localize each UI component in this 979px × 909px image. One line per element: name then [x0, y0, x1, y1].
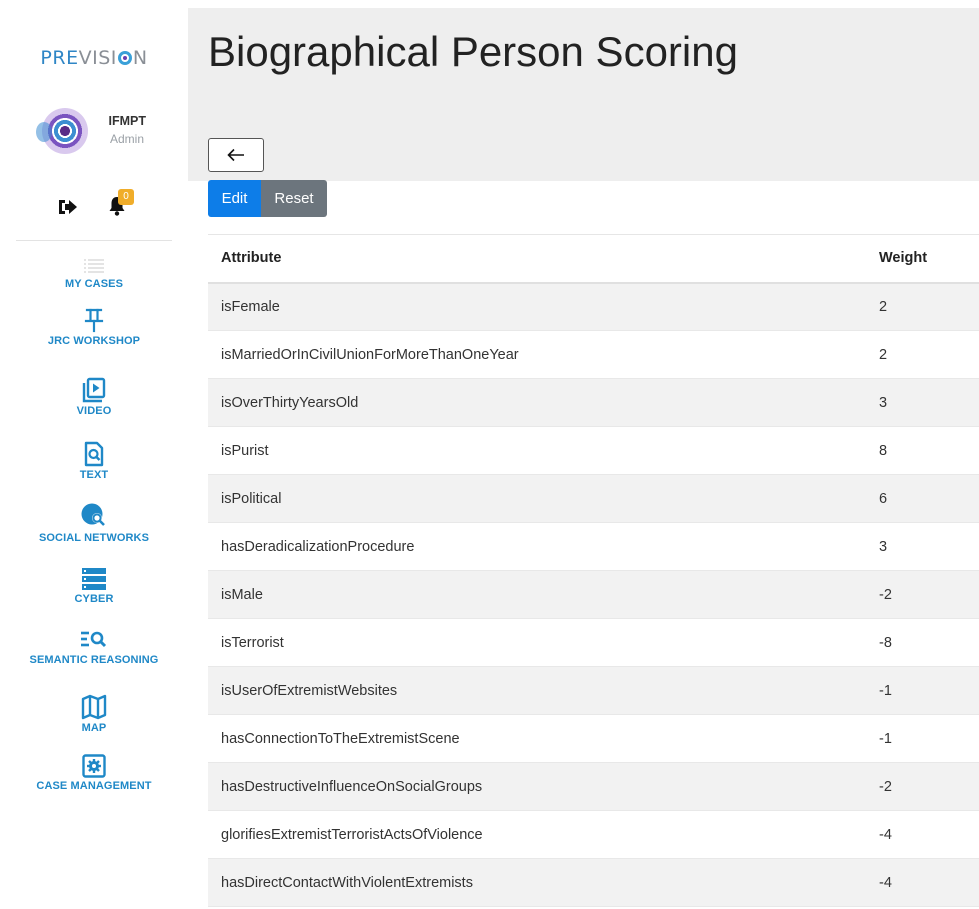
arrow-left-icon — [227, 148, 244, 162]
table-row[interactable]: glorifiesExtremistTerroristActsOfViolenc… — [208, 810, 979, 859]
reset-button[interactable]: Reset — [261, 180, 327, 217]
social-search-icon — [81, 503, 105, 526]
logo-text-part3: N — [132, 47, 148, 69]
sidebar-divider — [16, 240, 172, 241]
logo-eye-icon — [117, 51, 132, 65]
nav-item-video[interactable]: VIDEO — [0, 377, 188, 417]
table-row[interactable]: hasConnectionToTheExtremistScene -1 — [208, 714, 979, 763]
weight-cell: -4 — [866, 858, 979, 907]
nav-item-cyber[interactable]: CYBER — [0, 567, 188, 605]
page-title: Biographical Person Scoring — [208, 28, 738, 75]
attribute-cell: isPurist — [208, 426, 866, 475]
weight-cell: -1 — [866, 666, 979, 715]
nav-label: VIDEO — [76, 405, 112, 417]
weight-cell: 2 — [866, 330, 979, 379]
table-row[interactable]: hasDeradicalizationProcedure 3 — [208, 522, 979, 571]
table-row[interactable]: isPurist 8 — [208, 426, 979, 475]
edit-button[interactable]: Edit — [208, 180, 261, 217]
weight-cell: -1 — [866, 714, 979, 763]
notification-badge: 0 — [118, 189, 134, 205]
table-row[interactable]: isFemale 2 — [208, 282, 979, 331]
weight-cell: 3 — [866, 378, 979, 427]
nav-label: CASE MANAGEMENT — [36, 780, 152, 792]
sidebar: PREVISI N IFMPT Admin 0 MY CASES JRC WOR… — [0, 0, 188, 909]
attribute-cell: glorifiesExtremistTerroristActsOfViolenc… — [208, 810, 866, 859]
scoring-table: Attribute Weight isFemale 2 isMarriedOrIn… — [208, 234, 979, 907]
weight-cell: -2 — [866, 570, 979, 619]
logo-text-part2: VISI — [78, 47, 117, 69]
main-content: Biographical Person Scoring Edit Reset A… — [188, 0, 979, 909]
nav-label: SEMANTIC REASONING — [29, 654, 159, 666]
nav-item-map[interactable]: MAP — [0, 694, 188, 734]
table-row[interactable]: isTerrorist -8 — [208, 618, 979, 667]
weight-cell: 2 — [866, 282, 979, 331]
user-actions: 0 — [0, 189, 188, 223]
pin-icon — [84, 308, 104, 333]
attribute-cell: hasConnectionToTheExtremistScene — [208, 714, 866, 763]
column-header-attribute[interactable]: Attribute — [208, 234, 866, 284]
app-logo[interactable]: PREVISI N — [0, 47, 188, 69]
table-row[interactable]: isUserOfExtremistWebsites -1 — [208, 666, 979, 715]
attribute-cell: isMarriedOrInCivilUnionForMoreThanOneYea… — [208, 330, 866, 379]
logout-icon[interactable] — [56, 197, 78, 217]
table-row[interactable]: isMale -2 — [208, 570, 979, 619]
nav-item-case-management[interactable]: CASE MANAGEMENT — [0, 754, 188, 792]
weight-cell: -4 — [866, 810, 979, 859]
nav-label: SOCIAL NETWORKS — [38, 532, 150, 544]
attribute-cell: isOverThirtyYearsOld — [208, 378, 866, 427]
user-role: Admin — [109, 132, 144, 146]
weight-cell: -2 — [866, 762, 979, 811]
nav-label: MAP — [81, 722, 107, 734]
nav-label: CYBER — [74, 593, 114, 605]
nav-label: JRC WORKSHOP — [47, 335, 141, 347]
attribute-cell: hasDeradicalizationProcedure — [208, 522, 866, 571]
table-row[interactable]: hasDestructiveInfluenceOnSocialGroups -2 — [208, 762, 979, 811]
table-row[interactable]: isOverThirtyYearsOld 3 — [208, 378, 979, 427]
video-library-icon — [82, 377, 106, 403]
attribute-cell: hasDirectContactWithViolentExtremists — [208, 858, 866, 907]
document-search-icon — [84, 441, 104, 467]
weight-cell: -8 — [866, 618, 979, 667]
user-profile[interactable]: IFMPT Admin — [36, 108, 168, 156]
gear-box-icon — [82, 754, 106, 778]
nav-item-semantic-reasoning[interactable]: SEMANTIC REASONING — [0, 628, 188, 666]
nav-item-jrc-workshop[interactable]: JRC WORKSHOP — [0, 307, 188, 347]
page-header: Biographical Person Scoring — [188, 8, 979, 181]
nav-item-my-cases[interactable]: MY CASES — [0, 256, 188, 290]
nav-item-text[interactable]: TEXT — [0, 441, 188, 481]
weight-cell: 8 — [866, 426, 979, 475]
table-row[interactable]: hasDirectContactWithViolentExtremists -4 — [208, 858, 979, 907]
attribute-cell: hasDestructiveInfluenceOnSocialGroups — [208, 762, 866, 811]
table-row[interactable]: isMarriedOrInCivilUnionForMoreThanOneYea… — [208, 330, 979, 379]
table-header-row: Attribute Weight — [208, 234, 979, 284]
logo-text-part1: PRE — [40, 47, 79, 69]
attribute-cell: isUserOfExtremistWebsites — [208, 666, 866, 715]
attribute-cell: isTerrorist — [208, 618, 866, 667]
table-row[interactable]: isPolitical 6 — [208, 474, 979, 523]
nav-label: TEXT — [79, 469, 109, 481]
list-icon — [84, 259, 104, 273]
column-header-weight[interactable]: Weight — [866, 234, 979, 284]
attribute-cell: isFemale — [208, 282, 866, 331]
attribute-cell: isMale — [208, 570, 866, 619]
nav-label: MY CASES — [64, 278, 124, 290]
weight-cell: 6 — [866, 474, 979, 523]
attribute-cell: isPolitical — [208, 474, 866, 523]
user-name: IFMPT — [108, 114, 147, 128]
list-search-icon — [81, 631, 107, 648]
server-icon — [82, 568, 106, 590]
map-icon — [81, 694, 107, 720]
nav-item-social-networks[interactable]: SOCIAL NETWORKS — [0, 502, 188, 544]
avatar — [36, 108, 88, 154]
back-button[interactable] — [208, 138, 264, 172]
weight-cell: 3 — [866, 522, 979, 571]
